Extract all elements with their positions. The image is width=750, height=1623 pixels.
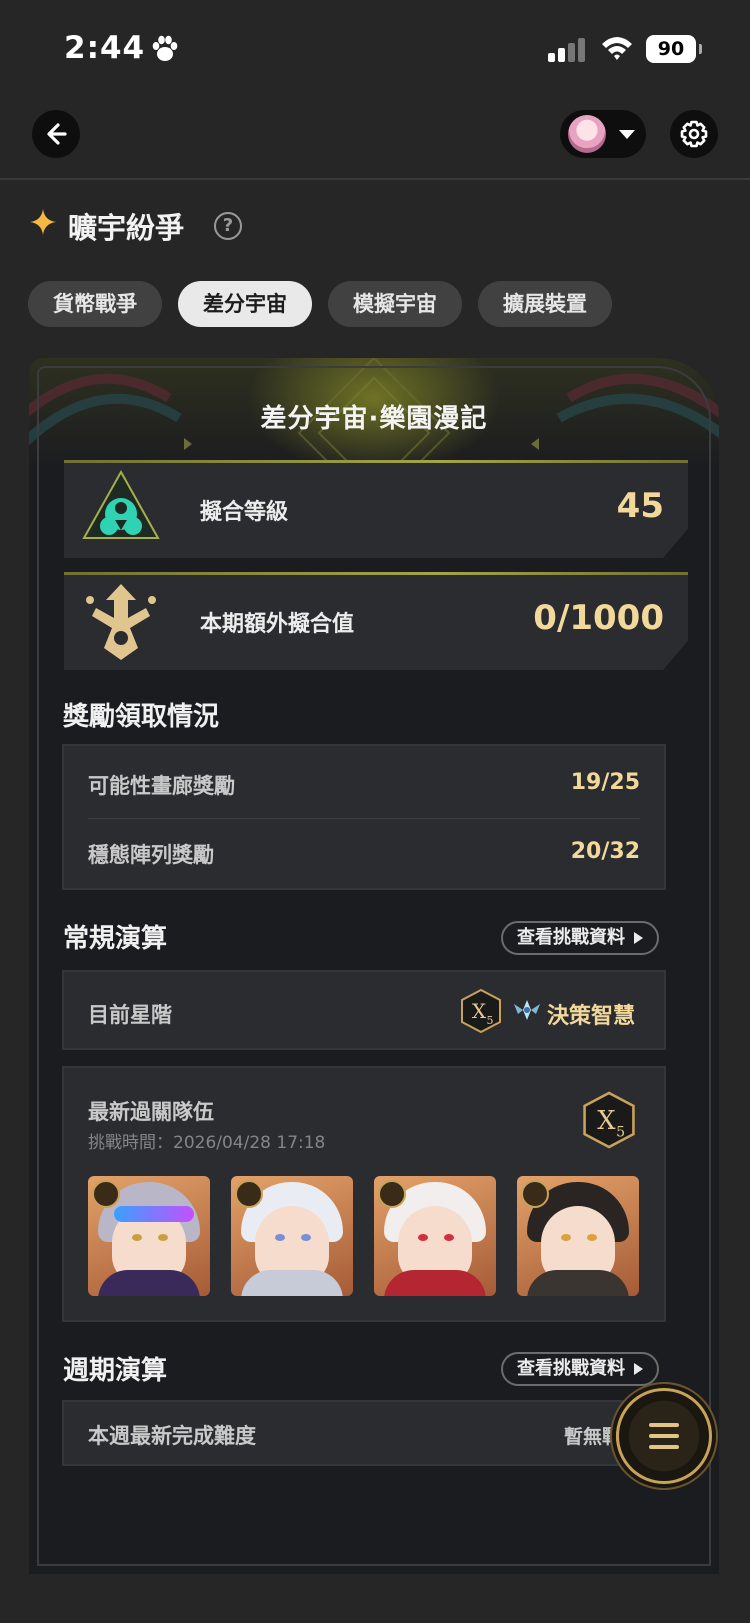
reward-row-label: 可能性畫廊獎勵 <box>88 774 235 798</box>
mode-tabs: 貨幣戰爭 差分宇宙 模擬宇宙 擴展裝置 <box>28 281 612 327</box>
rank-name: 決策智慧 <box>547 1004 636 1029</box>
chevron-down-icon <box>619 130 635 139</box>
fit-level-value: 45 <box>616 486 664 526</box>
wifi-icon <box>602 37 632 60</box>
fit-level-row: 擬合等級 45 <box>64 460 688 558</box>
back-arrow-icon <box>47 123 67 145</box>
svg-text:X: X <box>597 1106 616 1136</box>
team-member-portrait[interactable] <box>88 1176 210 1296</box>
page-title: 曠宇紛爭 <box>68 211 185 245</box>
weekly-panel: 本週最新完成難度 暫無戰績 <box>62 1400 666 1466</box>
tab-currency-wars[interactable]: 貨幣戰爭 <box>28 281 162 327</box>
extra-fit-label: 本期額外擬合值 <box>200 612 355 637</box>
team-rank-badge-icon: X 5 <box>583 1091 635 1149</box>
help-icon[interactable]: ? <box>214 212 242 240</box>
current-rank-label: 目前星階 <box>88 1003 172 1027</box>
svg-text:5: 5 <box>487 1014 494 1027</box>
back-button[interactable] <box>32 110 80 158</box>
team-member-portrait[interactable] <box>374 1176 496 1296</box>
reward-row-value: 19/25 <box>570 770 640 795</box>
team-member-portrait[interactable] <box>517 1176 639 1296</box>
reward-row-value: 20/32 <box>570 839 640 864</box>
extra-fit-value: 0/1000 <box>533 598 664 638</box>
status-time: 2:44 <box>64 30 146 66</box>
weekly-heading: 週期演算 <box>63 1356 168 1386</box>
account-switcher[interactable] <box>560 110 646 158</box>
svg-text:5: 5 <box>616 1125 625 1141</box>
paw-icon <box>152 35 178 61</box>
rank-badge-icon: X 5 <box>461 988 501 1034</box>
regular-heading: 常規演算 <box>63 924 168 954</box>
reward-row-label: 穩態陣列獎勵 <box>88 843 214 867</box>
team-member-portrait[interactable] <box>231 1176 353 1296</box>
rewards-heading: 獎勵領取情況 <box>63 702 220 732</box>
tab-divergent-universe[interactable]: 差分宇宙 <box>178 281 312 327</box>
signal-icon <box>548 36 588 62</box>
svg-text:X: X <box>472 999 487 1023</box>
top-nav <box>0 96 750 180</box>
rank-wing-icon <box>514 1000 540 1020</box>
element-icon <box>521 1180 549 1208</box>
extra-fit-emblem-icon <box>86 584 156 660</box>
tab-expansion-device[interactable]: 擴展裝置 <box>478 281 612 327</box>
settings-button[interactable] <box>670 110 718 158</box>
menu-icon <box>649 1423 679 1449</box>
latest-team-panel: 最新過關隊伍 挑戰時間：2026/04/28 17:18 X 5 <box>62 1066 666 1322</box>
element-icon <box>235 1180 263 1208</box>
battery-indicator: 90 <box>646 35 702 63</box>
avatar <box>568 115 606 153</box>
divergent-universe-card: 差分宇宙·樂園漫記 擬合等級 45 本期額外擬合值 0/1000 獎勵領取情況 … <box>29 358 719 1574</box>
fit-level-emblem-icon <box>82 469 160 539</box>
rewards-panel: 可能性畫廊獎勵 19/25 穩態陣列獎勵 20/32 <box>62 744 666 890</box>
fit-level-label: 擬合等級 <box>200 500 289 525</box>
extra-fit-row: 本期額外擬合值 0/1000 <box>64 572 688 670</box>
gear-icon <box>680 120 708 148</box>
view-weekly-challenge-data-button[interactable]: 查看挑戰資料 <box>501 1352 659 1386</box>
status-bar: 2:44 90 <box>0 0 750 96</box>
divider <box>88 818 640 819</box>
element-icon <box>378 1180 406 1208</box>
latest-team-title: 最新過關隊伍 <box>88 1100 214 1124</box>
current-rank-panel: 目前星階 X 5 決策智慧 <box>62 970 666 1050</box>
floating-menu-button[interactable] <box>616 1388 712 1484</box>
star-icon <box>30 209 56 235</box>
challenge-time: 挑戰時間：2026/04/28 17:18 <box>88 1133 326 1153</box>
element-icon <box>92 1180 120 1208</box>
weekly-row-label: 本週最新完成難度 <box>88 1424 256 1448</box>
view-challenge-data-button[interactable]: 查看挑戰資料 <box>501 921 659 955</box>
tab-simulated-universe[interactable]: 模擬宇宙 <box>328 281 462 327</box>
